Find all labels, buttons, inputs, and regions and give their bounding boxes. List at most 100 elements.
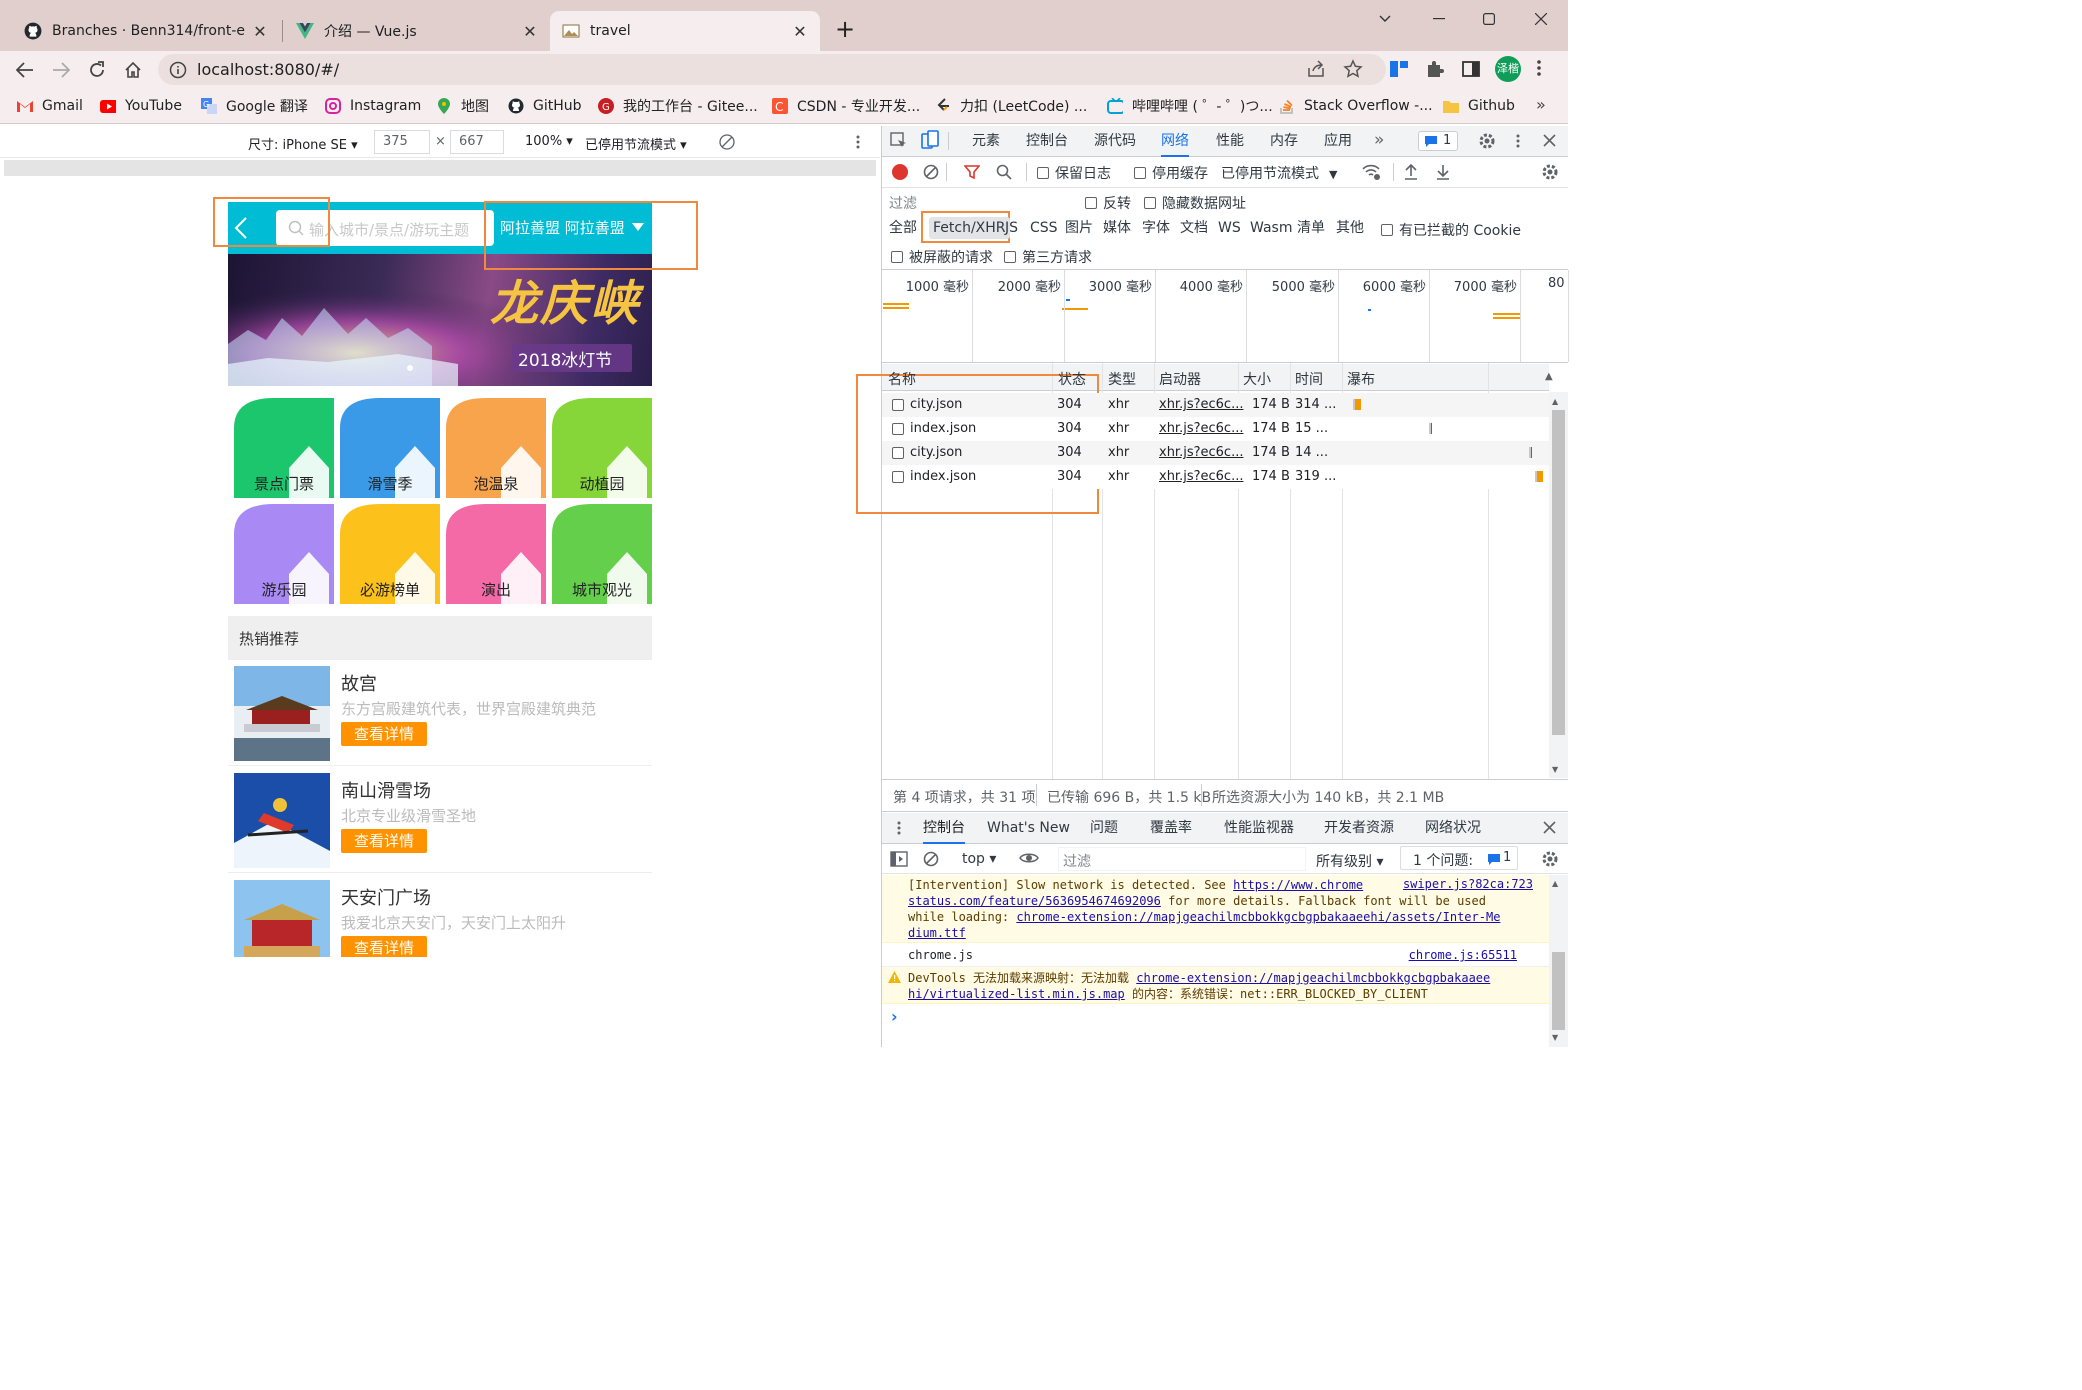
extensions-puzzle-icon[interactable]: [1425, 59, 1445, 79]
maximize-icon[interactable]: [1466, 6, 1512, 32]
bookmark-csdn[interactable]: C CSDN - 专业开发...: [772, 96, 920, 116]
export-har-icon[interactable]: [1436, 164, 1450, 180]
close-window-icon[interactable]: [1518, 6, 1564, 32]
drawer-tab[interactable]: 问题: [1090, 813, 1118, 844]
category-item[interactable]: 城市观光: [552, 504, 652, 604]
drawer-tab[interactable]: What's New: [987, 813, 1070, 844]
filter-input[interactable]: 过滤: [885, 190, 1071, 212]
url-text[interactable]: localhost:8080/#/: [197, 60, 339, 79]
request-initiator[interactable]: xhr.js?ec6c...: [1159, 397, 1243, 412]
minimize-icon[interactable]: [1416, 6, 1462, 32]
request-row[interactable]: city.json 304 xhr xhr.js?ec6c... 174 B 14 ...: [882, 441, 1549, 465]
device-width-input[interactable]: 375: [374, 130, 430, 154]
warning-link[interactable]: chrome-extension://mapjgeachilmcbbokkgcb…: [1016, 910, 1500, 924]
third-party-checkbox[interactable]: 第三方请求: [1004, 247, 1092, 267]
drawer-tab[interactable]: 网络状况: [1425, 813, 1481, 844]
view-details-button[interactable]: 查看详情: [341, 829, 427, 853]
new-tab-button[interactable]: +: [832, 16, 858, 42]
type-filter[interactable]: 字体: [1142, 217, 1170, 239]
banner-swiper[interactable]: 龙庆峡 2018冰灯节: [228, 254, 652, 386]
profile-avatar[interactable]: 泽楷: [1495, 56, 1521, 82]
devtools-tab[interactable]: 性能: [1216, 126, 1244, 157]
request-row[interactable]: city.json 304 xhr xhr.js?ec6c... 174 B 314 ..…: [882, 393, 1549, 417]
category-item[interactable]: 演出: [446, 504, 546, 604]
devtools-tab[interactable]: 应用: [1324, 126, 1352, 157]
column-header[interactable]: 时间: [1295, 369, 1323, 389]
bookmark-star-icon[interactable]: [1343, 59, 1363, 79]
clear-console-icon[interactable]: [923, 851, 939, 867]
bookmark-leetcode[interactable]: 力扣 (LeetCode) ...: [935, 96, 1087, 116]
devtools-tab[interactable]: 控制台: [1026, 126, 1068, 157]
devtools-menu-icon[interactable]: [1516, 133, 1520, 149]
chrome-menu-icon[interactable]: [1536, 58, 1542, 78]
drawer-tab[interactable]: 开发者资源: [1324, 813, 1394, 844]
type-filter[interactable]: Fetch/XHR: [929, 217, 1010, 239]
warning-link[interactable]: hi/virtualized-list.min.js.map: [908, 987, 1125, 1001]
devtools-tab[interactable]: 源代码: [1094, 126, 1136, 157]
close-tab-icon[interactable]: ✕: [792, 22, 808, 41]
drawer-tab[interactable]: 覆盖率: [1150, 813, 1192, 844]
warning-source-link[interactable]: swiper.js?82ca:723: [1383, 877, 1533, 891]
view-details-button[interactable]: 查看详情: [341, 936, 427, 957]
disable-cache-checkbox[interactable]: 停用缓存: [1134, 163, 1208, 183]
rotate-icon[interactable]: [719, 134, 735, 150]
console-input[interactable]: [906, 1007, 1546, 1029]
list-item[interactable]: 南山滑雪场 北京专业级滑雪圣地 查看详情: [228, 767, 652, 873]
list-item[interactable]: 故宫 东方宫殿建筑代表，世界宫殿建筑典范 查看详情: [228, 660, 652, 766]
devtools-tab[interactable]: 元素: [972, 126, 1000, 157]
type-filter[interactable]: 图片: [1065, 217, 1093, 239]
console-issues-button[interactable]: 1 个问题: 1: [1400, 846, 1518, 870]
tab-search-chevron-icon[interactable]: [1362, 6, 1408, 32]
bookmark-youtube[interactable]: YouTube: [100, 96, 182, 116]
warning-link[interactable]: dium.ttf: [908, 926, 966, 940]
devtools-tab[interactable]: 网络: [1161, 126, 1189, 157]
sidebar-toggle-icon[interactable]: [890, 851, 908, 867]
bookmark-stackoverflow[interactable]: Stack Overflow -...: [1279, 96, 1433, 116]
type-filter[interactable]: Wasm: [1250, 217, 1292, 239]
drawer-tab[interactable]: 性能监视器: [1224, 813, 1294, 844]
sort-up-icon[interactable]: ▲: [1545, 371, 1553, 382]
filter-icon[interactable]: [964, 164, 980, 180]
bookmark-gmail[interactable]: Gmail: [17, 96, 83, 116]
live-expression-eye-icon[interactable]: [1019, 851, 1039, 865]
address-bar[interactable]: [158, 54, 1386, 85]
share-icon[interactable]: [1306, 60, 1326, 78]
network-settings-gear-icon[interactable]: [1541, 163, 1559, 181]
request-checkbox[interactable]: [892, 447, 904, 459]
site-info-icon[interactable]: [169, 61, 187, 79]
preserve-log-checkbox[interactable]: 保留日志: [1037, 163, 1111, 183]
devtools-tab[interactable]: 内存: [1270, 126, 1298, 157]
network-conditions-icon[interactable]: [1361, 163, 1381, 181]
blocked-cookies-checkbox[interactable]: 有已拦截的 Cookie: [1381, 220, 1521, 240]
zoom-select[interactable]: 100% ▾: [525, 134, 573, 149]
hide-data-urls-checkbox[interactable]: 隐藏数据网址: [1144, 193, 1246, 213]
forward-icon[interactable]: [47, 56, 75, 84]
request-initiator[interactable]: xhr.js?ec6c...: [1159, 445, 1243, 460]
category-item[interactable]: 动植园: [552, 398, 652, 498]
search-icon[interactable]: [996, 164, 1012, 180]
type-filter[interactable]: 文档: [1180, 217, 1208, 239]
request-checkbox[interactable]: [892, 399, 904, 411]
context-select[interactable]: top ▾: [962, 851, 996, 867]
column-header[interactable]: 状态: [1058, 369, 1086, 389]
more-tabs-button[interactable]: »: [1374, 130, 1384, 150]
scrollbar-thumb[interactable]: [1552, 410, 1565, 735]
category-item[interactable]: 景点门票: [234, 398, 334, 498]
settings-gear-icon[interactable]: [1478, 132, 1496, 150]
request-checkbox[interactable]: [892, 471, 904, 483]
bookmark-bilibili[interactable]: 哔哩哔哩 ( ゜- ゜)つ...: [1107, 96, 1273, 116]
reload-icon[interactable]: [83, 56, 111, 84]
type-filter[interactable]: WS: [1218, 217, 1241, 239]
blocked-requests-checkbox[interactable]: 被屏蔽的请求: [891, 247, 993, 267]
device-toggle-icon[interactable]: [920, 130, 940, 150]
list-item[interactable]: 天安门广场 我爱北京天安门，天安门上太阳升 查看详情: [228, 874, 652, 957]
column-header[interactable]: 启动器: [1159, 369, 1201, 389]
bookmark-folder-github[interactable]: Github: [1443, 96, 1515, 116]
scroll-down-icon[interactable]: ▼: [1552, 1033, 1558, 1042]
request-row[interactable]: index.json 304 xhr xhr.js?ec6c... 174 B 319 .…: [882, 465, 1549, 489]
type-filter[interactable]: 其他: [1336, 217, 1364, 239]
drawer-tab[interactable]: 控制台: [923, 813, 965, 844]
close-tab-icon[interactable]: ✕: [522, 22, 538, 41]
bookmark-instagram[interactable]: Instagram: [325, 96, 421, 116]
bookmark-maps[interactable]: 地图: [436, 96, 489, 116]
